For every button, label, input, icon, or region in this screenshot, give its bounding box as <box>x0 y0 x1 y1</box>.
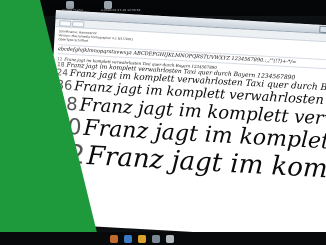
taskbar-item-label: a-0000 02-27-16 12:30:52 <box>101 8 141 12</box>
minimize-button[interactable] <box>319 25 326 34</box>
bottom-taskbar <box>0 232 326 245</box>
print-button[interactable] <box>72 20 85 28</box>
app-icon[interactable] <box>124 235 132 243</box>
install-button[interactable] <box>59 20 72 27</box>
app-icon[interactable] <box>166 235 174 243</box>
app-icon[interactable] <box>152 235 160 243</box>
font-viewer-window: Schriftname: Harrowprint Version: Macrom… <box>44 10 326 240</box>
app-icon[interactable] <box>110 235 118 243</box>
app-icon[interactable] <box>138 235 146 243</box>
top-taskbar: Mozilla Firefox a-0000 02-27-16 12:30:52 <box>0 0 326 16</box>
font-sample-list: 12 Franz jagt im komplett verwahrlosten T… <box>47 54 326 190</box>
